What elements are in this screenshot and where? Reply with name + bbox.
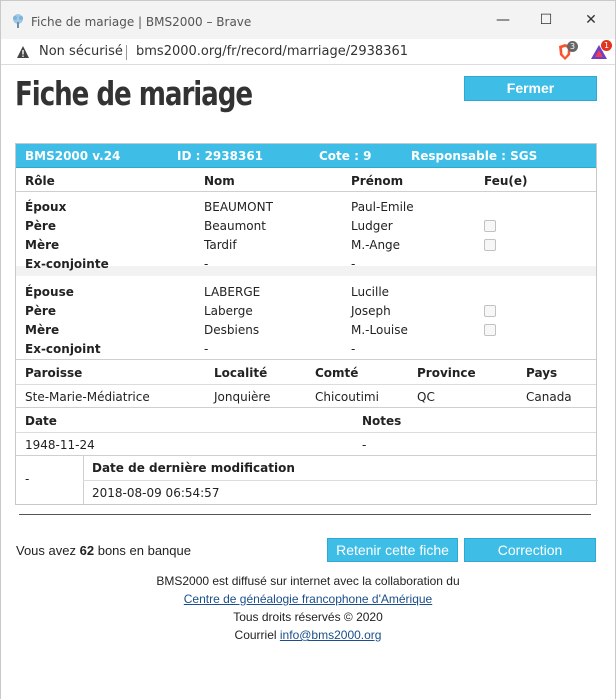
- rewards-badge: 1: [601, 40, 612, 51]
- record-responsable: Responsable : SGS: [411, 149, 538, 163]
- record-card: BMS2000 v.24 ID : 2938361 Cote : 9 Respo…: [15, 143, 598, 505]
- minimize-icon[interactable]: —: [488, 7, 518, 33]
- modification-left-value: -: [25, 472, 30, 486]
- date-header: Date: [25, 414, 57, 428]
- col-nom: Nom: [204, 174, 235, 188]
- groom-group: Époux BEAUMONT Paul-Emile Père Beaumont …: [16, 192, 596, 276]
- prenom-value: Paul-Emile: [351, 200, 414, 214]
- warning-icon[interactable]: [16, 45, 30, 59]
- role-label: Père: [25, 219, 56, 233]
- role-label: Mère: [25, 238, 60, 252]
- cgfa-link[interactable]: Centre de généalogie francophone d'Améri…: [184, 592, 432, 606]
- tree-icon: [10, 13, 26, 29]
- title-bar: Fiche de mariage | BMS2000 – Brave — ☐ ✕: [1, 1, 615, 39]
- col-feu: Feu(e): [484, 174, 528, 188]
- role-label: Ex-conjointe: [25, 257, 109, 271]
- modification-value: 2018-08-09 06:54:57: [92, 486, 220, 500]
- nom-value: Tardif: [204, 238, 237, 252]
- comte-value: Chicoutimi: [315, 390, 379, 404]
- role-label: Époux: [25, 200, 67, 214]
- col-role: Rôle: [25, 174, 55, 188]
- version-label: BMS2000 v.24: [25, 149, 121, 163]
- persons-header: Rôle Nom Prénom Feu(e): [16, 168, 596, 192]
- pays-header: Pays: [526, 366, 558, 380]
- nom-value: Laberge: [204, 304, 253, 318]
- record-id: ID : 2938361: [177, 149, 264, 163]
- feu-checkbox[interactable]: [484, 239, 496, 251]
- localite-header: Localité: [214, 366, 268, 380]
- paroisse-header: Paroisse: [25, 366, 83, 380]
- modification-section: - Date de dernière modification 2018-08-…: [16, 456, 598, 504]
- row-divider: [83, 480, 598, 481]
- security-label[interactable]: Non sécurisé: [39, 44, 123, 59]
- email-label: Courriel: [234, 628, 277, 642]
- role-label: Ex-conjoint: [25, 342, 101, 356]
- nom-value: Desbiens: [204, 323, 260, 337]
- footer-contact: Courriel info@bms2000.org: [1, 626, 615, 644]
- paroisse-value: Ste-Marie-Médiatrice: [25, 390, 150, 404]
- pays-value: Canada: [526, 390, 572, 404]
- close-window-icon[interactable]: ✕: [576, 7, 606, 33]
- nom-value: BEAUMONT: [204, 200, 273, 214]
- prenom-value: M.-Ange: [351, 238, 401, 252]
- row-divider: [16, 432, 596, 433]
- prenom-value: -: [351, 257, 356, 271]
- role-label: Père: [25, 304, 56, 318]
- url-field[interactable]: bms2000.org/fr/record/marriage/2938361: [136, 44, 408, 59]
- bank-prefix: Vous avez: [16, 543, 76, 558]
- role-label: Mère: [25, 323, 60, 337]
- bank-balance: Vous avez 62 bons en banque: [16, 543, 191, 558]
- nom-value: -: [204, 257, 209, 271]
- prenom-value: Lucille: [351, 285, 390, 299]
- shield-badge: 3: [567, 41, 578, 52]
- bride-group: Épouse LABERGE Lucille Père Laberge Jose…: [16, 276, 596, 360]
- address-separator: [126, 45, 127, 60]
- row-divider: [16, 384, 596, 385]
- province-value: QC: [417, 390, 435, 404]
- brave-rewards-icon[interactable]: 1: [590, 40, 612, 61]
- bank-suffix: bons en banque: [97, 543, 191, 558]
- prenom-value: Ludger: [351, 219, 393, 233]
- close-button[interactable]: Fermer: [464, 76, 597, 101]
- notes-value: -: [362, 438, 367, 452]
- feu-checkbox[interactable]: [484, 305, 496, 317]
- page-title: Fiche de mariage: [15, 74, 253, 113]
- browser-window: Fiche de mariage | BMS2000 – Brave — ☐ ✕…: [0, 0, 616, 699]
- feu-checkbox[interactable]: [484, 220, 496, 232]
- date-value: 1948-11-24: [25, 438, 95, 452]
- maximize-icon[interactable]: ☐: [531, 7, 561, 33]
- page-content: Fiche de mariage Fermer BMS2000 v.24 ID …: [1, 66, 615, 699]
- record-cote: Cote : 9: [319, 149, 372, 163]
- address-bar[interactable]: Non sécurisé bms2000.org/fr/record/marri…: [1, 39, 615, 65]
- brave-shield-icon[interactable]: 3: [557, 41, 578, 61]
- prenom-value: M.-Louise: [351, 323, 408, 337]
- prenom-value: -: [351, 342, 356, 356]
- col-prenom: Prénom: [351, 174, 404, 188]
- province-header: Province: [417, 366, 476, 380]
- window-title: Fiche de mariage | BMS2000 – Brave: [31, 15, 252, 29]
- correction-button[interactable]: Correction: [464, 538, 596, 562]
- nom-value: LABERGE: [204, 285, 261, 299]
- section-divider: [19, 514, 591, 515]
- email-link[interactable]: info@bms2000.org: [280, 628, 382, 642]
- feu-checkbox[interactable]: [484, 324, 496, 336]
- notes-header: Notes: [362, 414, 402, 428]
- footer: BMS2000 est diffusé sur internet avec la…: [1, 572, 615, 644]
- prenom-value: Joseph: [351, 304, 391, 318]
- bank-count: 62: [79, 543, 95, 558]
- date-section: Date Notes 1948-11-24 -: [16, 408, 596, 456]
- localite-value: Jonquière: [214, 390, 271, 404]
- retain-record-button[interactable]: Retenir cette fiche: [327, 538, 458, 562]
- place-section: Paroisse Localité Comté Province Pays St…: [16, 360, 596, 408]
- record-header: BMS2000 v.24 ID : 2938361 Cote : 9 Respo…: [16, 144, 596, 168]
- nom-value: Beaumont: [204, 219, 266, 233]
- modification-header: Date de dernière modification: [92, 461, 295, 475]
- nom-value: -: [204, 342, 209, 356]
- comte-header: Comté: [315, 366, 359, 380]
- footer-collab-text: BMS2000 est diffusé sur internet avec la…: [156, 574, 460, 588]
- footer-copyright: Tous droits réservés © 2020: [233, 610, 383, 624]
- role-label: Épouse: [25, 285, 74, 299]
